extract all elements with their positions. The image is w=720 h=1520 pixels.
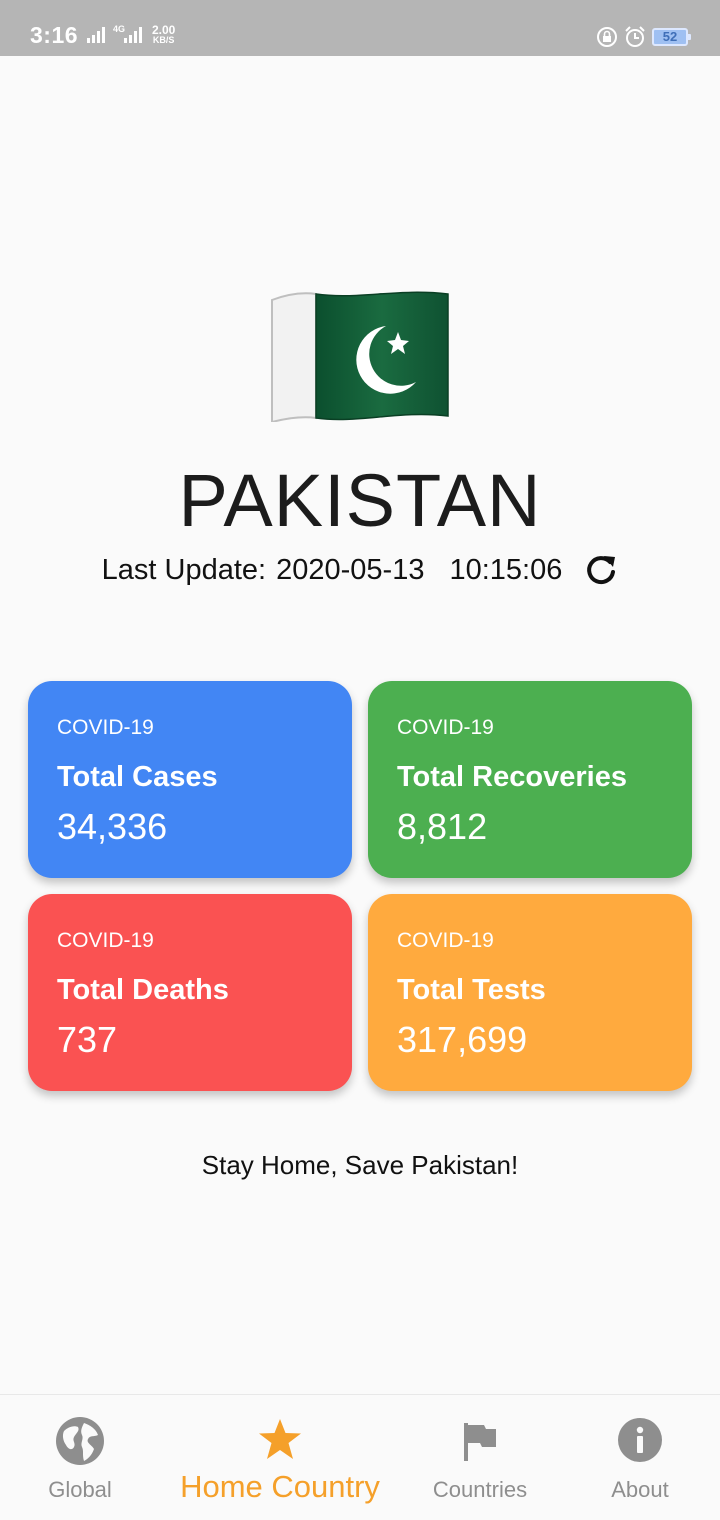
card-title: Total Cases <box>57 761 218 793</box>
flag-icon <box>464 1423 496 1461</box>
card-value: 8,812 <box>397 806 488 847</box>
bottom-navigation: Global Home Country Countries About <box>0 1394 720 1520</box>
status-time: 3:16 <box>30 22 79 48</box>
nav-item-about[interactable]: About <box>560 1395 720 1520</box>
star-icon <box>259 1419 301 1459</box>
total-recoveries-card: COVID-19 Total Recoveries 8,812 <box>368 681 692 878</box>
last-update-label: Last Update: <box>101 553 267 586</box>
card-tag: COVID-19 <box>57 929 154 952</box>
nav-label: About <box>611 1477 669 1502</box>
network-speed: 2.00 KB/S <box>152 23 176 45</box>
slogan-text: Stay Home, Save Pakistan! <box>201 1150 519 1180</box>
card-tag: COVID-19 <box>397 929 494 952</box>
nav-label: Home Country <box>180 1469 380 1504</box>
info-icon <box>618 1418 662 1462</box>
card-title: Total Recoveries <box>397 761 627 793</box>
card-value: 737 <box>57 1019 118 1060</box>
network-speed-value: 2.00 <box>152 23 176 37</box>
nav-label: Global <box>48 1477 112 1502</box>
alarm-icon <box>625 26 645 47</box>
card-tag: COVID-19 <box>397 716 494 739</box>
card-value: 317,699 <box>397 1019 528 1060</box>
last-update-time: 10:15:06 <box>449 553 563 586</box>
country-name: PAKISTAN <box>178 459 542 542</box>
nav-item-global[interactable]: Global <box>0 1395 160 1520</box>
battery-icon: 52 <box>652 28 691 46</box>
refresh-icon[interactable] <box>584 553 618 587</box>
pakistan-flag-icon <box>271 291 449 422</box>
total-tests-card: COVID-19 Total Tests 317,699 <box>368 894 692 1091</box>
last-update-row: Last Update: 2020-05-13 10:15:06 <box>0 553 720 587</box>
last-update-date: 2020-05-13 <box>276 553 425 586</box>
status-bar: 3:16 4G 2.00 KB/S 52 <box>0 0 720 56</box>
globe-icon <box>56 1417 104 1465</box>
nav-item-countries[interactable]: Countries <box>400 1395 560 1520</box>
card-title: Total Deaths <box>57 974 229 1006</box>
signal-icon-2 <box>124 26 142 43</box>
signal-icon <box>87 26 105 43</box>
card-value: 34,336 <box>57 806 168 847</box>
network-speed-unit: KB/S <box>152 35 175 45</box>
rotation-lock-icon <box>597 27 617 47</box>
total-cases-card: COVID-19 Total Cases 34,336 <box>28 681 352 878</box>
card-title: Total Tests <box>397 974 546 1006</box>
card-tag: COVID-19 <box>57 716 154 739</box>
nav-item-home-country[interactable]: Home Country <box>160 1395 400 1520</box>
total-deaths-card: COVID-19 Total Deaths 737 <box>28 894 352 1091</box>
nav-label: Countries <box>432 1477 528 1502</box>
